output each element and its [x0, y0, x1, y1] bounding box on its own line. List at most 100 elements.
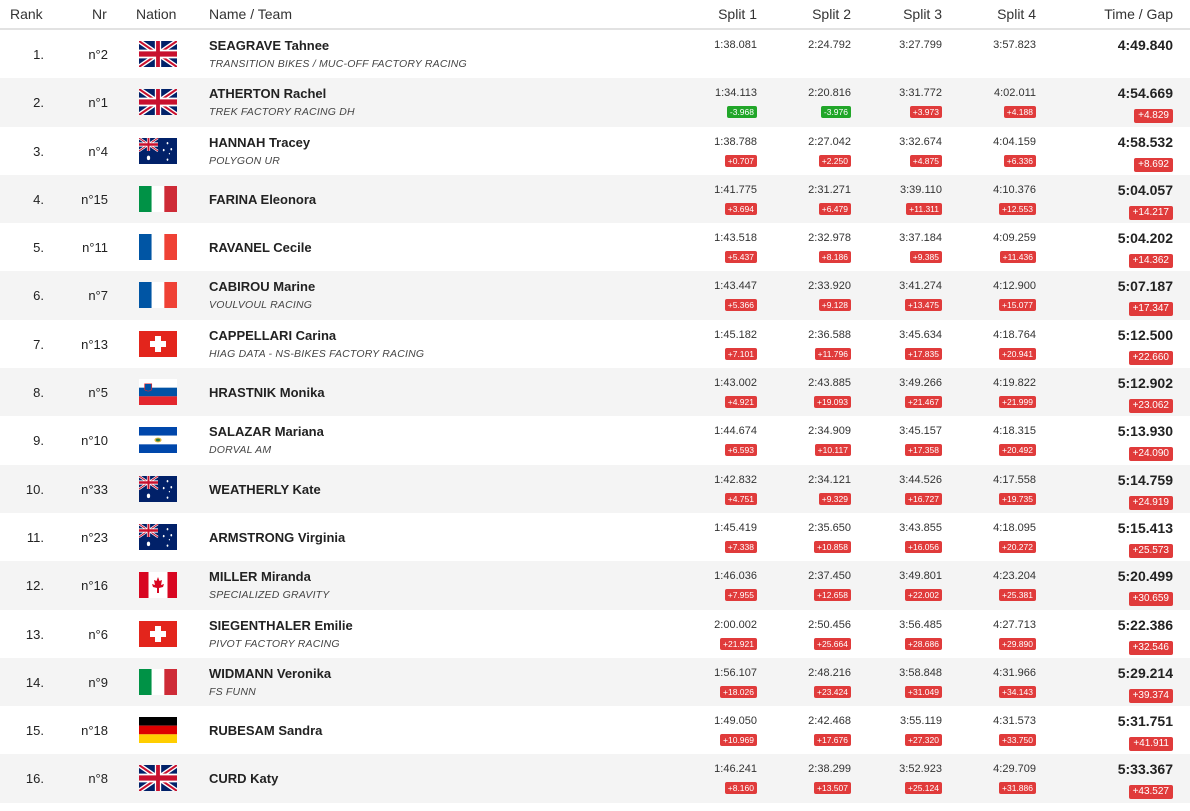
gbr-flag-icon	[139, 89, 177, 116]
table-row[interactable]: 9. n°10 SALAZAR Mariana DORVAL AM 1:44.674 …	[0, 416, 1190, 464]
split-time: 2:34.121	[808, 473, 851, 486]
split-gap-badge: +11.436	[999, 251, 1036, 264]
table-row[interactable]: 8. n°5 HRASTNIK Monika 1:43.002 +4.921 2:4…	[0, 368, 1190, 417]
rider-name[interactable]: SEAGRAVE Tahnee	[209, 38, 329, 53]
time-gap-badge: +25.573	[1128, 543, 1173, 558]
split-time: 3:27.799	[899, 39, 942, 51]
table-row[interactable]: 16. n°8 CURD Katy 1:46.241 +8.160 2:38.299…	[0, 754, 1190, 803]
table-row[interactable]: 2. n°1 ATHERTON Rachel TREK FACTORY RACING …	[0, 78, 1190, 127]
rank: 14.	[25, 674, 44, 690]
rider-name[interactable]: CABIROU Marine	[209, 279, 315, 294]
split-gap-badge: +5.366	[724, 299, 757, 312]
split-gap-badge: +12.553	[999, 202, 1036, 215]
header-time-gap[interactable]: Time / Gap	[1104, 6, 1173, 22]
split-1: 1:43.518 +5.437	[667, 223, 757, 271]
rider-name[interactable]: HRASTNIK Monika	[209, 385, 325, 400]
split-2: 2:24.792	[761, 30, 851, 78]
split-gap-badge: +21.999	[999, 396, 1036, 409]
split-gap-badge: +7.955	[724, 589, 757, 602]
time-gap-badge: +14.362	[1128, 254, 1173, 269]
rider-name[interactable]: RAVANEL Cecile	[209, 240, 312, 255]
header-nation[interactable]: Nation	[136, 6, 176, 22]
rider-name[interactable]: FARINA Eleonora	[209, 192, 316, 207]
table-row[interactable]: 11. n°23 ARMSTRONG Virginia 1:45.419 +7.33…	[0, 513, 1190, 561]
split-time: 3:32.674	[899, 135, 942, 148]
total-time: 5:15.413	[1117, 519, 1173, 536]
header-split2[interactable]: Split 2	[812, 6, 851, 22]
header-nr[interactable]: Nr	[92, 6, 107, 22]
header-rank[interactable]: Rank	[10, 6, 43, 22]
rider-name[interactable]: ATHERTON Rachel	[209, 86, 326, 101]
table-row[interactable]: 1. n°2 SEAGRAVE Tahnee TRANSITION BIKES / M…	[0, 30, 1190, 78]
split-gap-badge: +27.320	[905, 734, 942, 747]
header-split1[interactable]: Split 1	[718, 6, 757, 22]
esa-flag-icon	[139, 427, 177, 454]
table-row[interactable]: 14. n°9 WIDMANN Veronika FS FUNN 1:56.107 +…	[0, 657, 1190, 707]
split-gap-badge: +10.858	[814, 540, 851, 553]
split-time: 4:31.573	[993, 715, 1036, 728]
rider-name[interactable]: RUBESAM Sandra	[209, 723, 322, 738]
split-1: 1:34.113 -3.968	[667, 78, 757, 126]
rider-name[interactable]: WIDMANN Veronika	[209, 666, 331, 681]
table-row[interactable]: 7. n°13 CAPPELLARI Carina HIAG DATA - NS-BI…	[0, 320, 1190, 368]
split-time: 3:45.634	[899, 328, 942, 341]
split-time: 2:37.450	[808, 570, 851, 583]
header-split3[interactable]: Split 3	[903, 6, 942, 22]
split-time: 1:46.241	[714, 763, 757, 776]
split-4: 4:04.159 +6.336	[946, 127, 1036, 175]
split-gap-badge: +10.969	[720, 734, 757, 747]
split-time: 1:38.788	[714, 135, 757, 148]
rider-name[interactable]: MILLER Miranda	[209, 569, 311, 584]
rider-name[interactable]: HANNAH Tracey	[209, 135, 310, 150]
total-time: 5:13.930	[1117, 423, 1173, 440]
split-gap-badge: +10.117	[814, 444, 851, 457]
split-time: 1:43.518	[714, 232, 757, 245]
rider-name[interactable]: SALAZAR Mariana	[209, 424, 324, 439]
bib-number: n°10	[81, 433, 108, 449]
rider-name[interactable]: ARMSTRONG Virginia	[209, 530, 345, 545]
table-row[interactable]: 13. n°6 SIEGENTHALER Emilie PIVOT FACTORY R…	[0, 610, 1190, 658]
split-time: 1:34.113	[714, 87, 757, 100]
finish-time: 5:31.751 +41.911	[1053, 706, 1173, 754]
split-time: 1:43.447	[714, 280, 757, 293]
time-gap-badge: +24.919	[1128, 495, 1173, 510]
split-time: 1:56.107	[714, 666, 757, 679]
table-row[interactable]: 3. n°4 HANNAH Tracey POLYGON UR 1:38.788 +0…	[0, 127, 1190, 175]
rider-name[interactable]: CAPPELLARI Carina	[209, 328, 336, 343]
split-time: 4:29.709	[993, 763, 1036, 776]
rider-name[interactable]: CURD Katy	[209, 771, 278, 786]
fra-flag-icon	[139, 282, 177, 309]
table-row[interactable]: 5. n°11 RAVANEL Cecile 1:43.518 +5.437 2:3…	[0, 223, 1190, 271]
split-1: 1:56.107 +18.026	[667, 658, 757, 706]
table-row[interactable]: 15. n°18 RUBESAM Sandra 1:49.050 +10.969 2…	[0, 706, 1190, 754]
split-gap-badge: +2.250	[818, 154, 851, 167]
header-split4[interactable]: Split 4	[997, 6, 1036, 22]
table-row[interactable]: 10. n°33 WEATHERLY Kate 1:42.832 +4.751 2:…	[0, 464, 1190, 513]
split-time: 4:12.900	[993, 280, 1036, 293]
split-4: 4:19.822 +21.999	[946, 368, 1036, 416]
split-3: 3:49.801 +22.002	[852, 561, 942, 609]
time-gap-badge: +23.062	[1128, 399, 1173, 414]
split-1: 1:46.241 +8.160	[667, 754, 757, 802]
split-time: 1:38.081	[714, 39, 757, 51]
total-time: 5:33.367	[1117, 761, 1173, 778]
finish-time: 4:58.532 +8.692	[1053, 127, 1173, 175]
rider-name[interactable]: WEATHERLY Kate	[209, 482, 321, 497]
rider-name[interactable]: SIEGENTHALER Emilie	[209, 618, 353, 633]
split-2: 2:20.816 -3.976	[761, 78, 851, 126]
split-time: 4:31.966	[993, 666, 1036, 679]
finish-time: 5:13.930 +24.090	[1053, 416, 1173, 464]
rank: 4.	[33, 191, 44, 207]
split-time: 4:17.558	[993, 473, 1036, 486]
split-time: 2:24.792	[808, 39, 851, 51]
split-3: 3:31.772 +3.973	[852, 78, 942, 126]
table-row[interactable]: 6. n°7 CABIROU Marine VOULVOUL RACING 1:43.…	[0, 271, 1190, 320]
table-row[interactable]: 12. n°16 MILLER Miranda SPECIALIZED GRAVITY…	[0, 561, 1190, 610]
header-name-team[interactable]: Name / Team	[209, 6, 292, 22]
split-time: 1:49.050	[714, 715, 757, 728]
total-time: 4:49.840	[1117, 37, 1173, 53]
split-time: 3:57.823	[993, 39, 1036, 51]
finish-time: 5:20.499 +30.659	[1053, 561, 1173, 609]
table-row[interactable]: 4. n°15 FARINA Eleonora 1:41.775 +3.694 2:…	[0, 174, 1190, 224]
split-1: 1:44.674 +6.593	[667, 416, 757, 464]
